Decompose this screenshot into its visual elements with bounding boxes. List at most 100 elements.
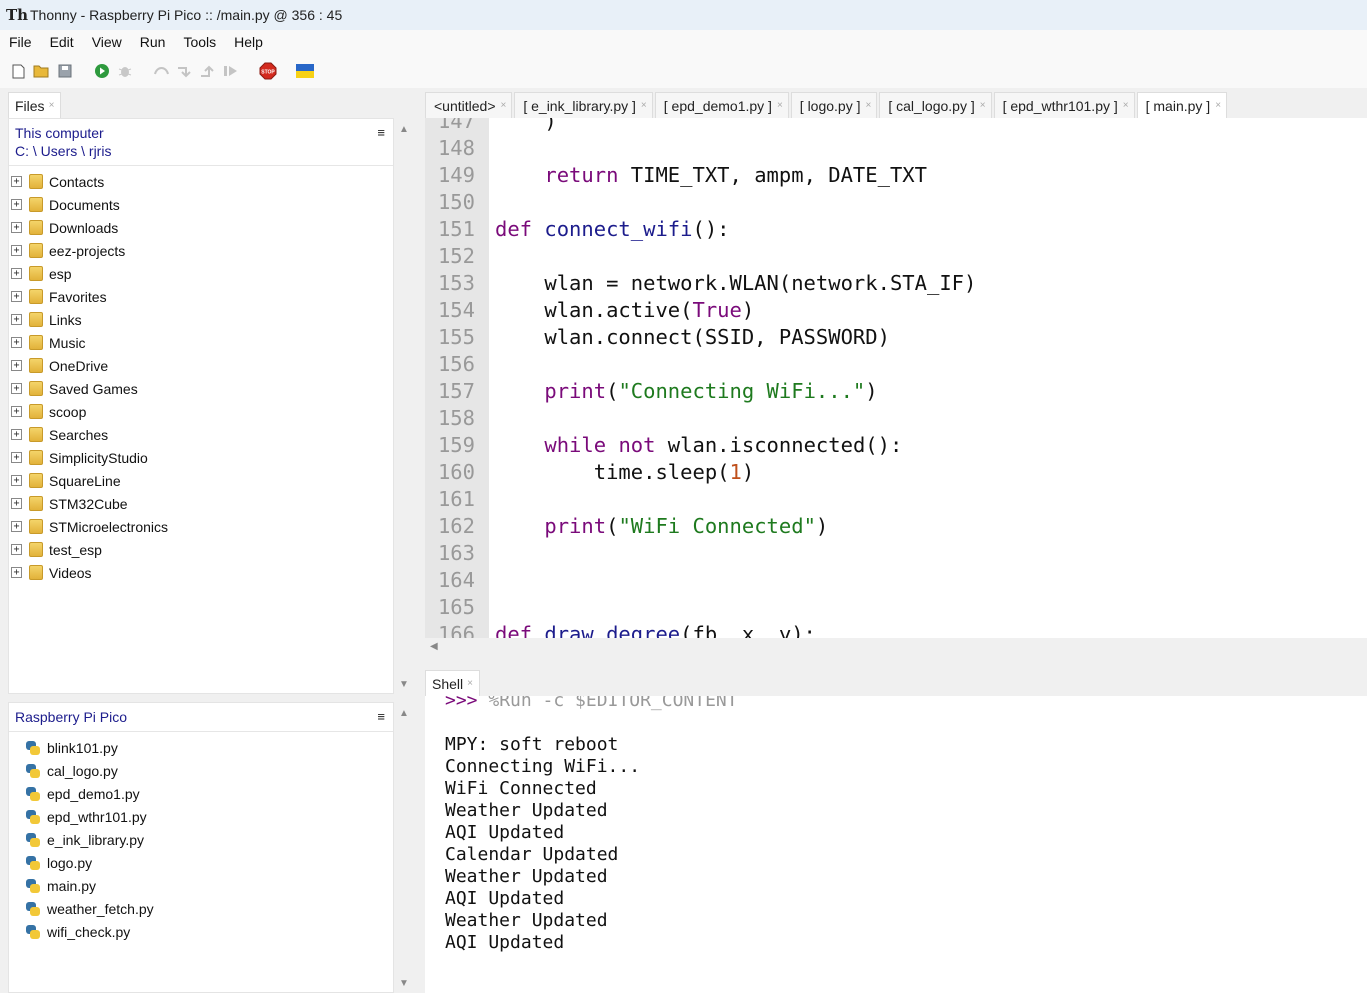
- editor-tab[interactable]: [ main.py ] ×: [1136, 92, 1228, 118]
- menu-icon[interactable]: ≡: [377, 709, 385, 724]
- expand-icon[interactable]: +: [11, 383, 22, 394]
- scroll-down-icon[interactable]: ▼: [399, 679, 409, 690]
- folder-row[interactable]: + Contacts: [9, 170, 393, 193]
- expand-icon[interactable]: +: [11, 314, 22, 325]
- file-row[interactable]: main.py: [9, 874, 393, 897]
- menu-file[interactable]: File: [0, 34, 41, 50]
- folder-row[interactable]: + Music: [9, 331, 393, 354]
- expand-icon[interactable]: +: [11, 429, 22, 440]
- editor-tab[interactable]: [ logo.py ] ×: [790, 92, 878, 118]
- expand-icon[interactable]: +: [11, 567, 22, 578]
- file-row[interactable]: epd_wthr101.py: [9, 805, 393, 828]
- expand-icon[interactable]: +: [11, 498, 22, 509]
- run-icon[interactable]: [92, 62, 111, 81]
- folder-row[interactable]: + Links: [9, 308, 393, 331]
- menu-view[interactable]: View: [83, 34, 131, 50]
- close-icon[interactable]: ×: [980, 100, 986, 111]
- expand-icon[interactable]: +: [11, 337, 22, 348]
- scroll-left-icon[interactable]: ◀: [430, 641, 438, 652]
- menu-run[interactable]: Run: [131, 34, 175, 50]
- tab-files[interactable]: Files ×: [8, 92, 62, 118]
- computer-scrollbar[interactable]: ▲ ▼: [396, 118, 412, 694]
- menu-icon[interactable]: ≡: [377, 125, 385, 140]
- folder-row[interactable]: + STM32Cube: [9, 492, 393, 515]
- line-number: 154: [437, 298, 475, 322]
- folder-row[interactable]: + Favorites: [9, 285, 393, 308]
- scroll-down-icon[interactable]: ▼: [399, 978, 409, 989]
- expand-icon[interactable]: +: [11, 268, 22, 279]
- expand-icon[interactable]: +: [11, 222, 22, 233]
- file-row[interactable]: logo.py: [9, 851, 393, 874]
- close-icon[interactable]: ×: [49, 100, 55, 111]
- save-icon[interactable]: [55, 62, 74, 81]
- file-row[interactable]: weather_fetch.py: [9, 897, 393, 920]
- breadcrumb-user[interactable]: rjris: [89, 143, 112, 159]
- close-icon[interactable]: ×: [641, 100, 647, 111]
- folder-row[interactable]: + Videos: [9, 561, 393, 584]
- scroll-up-icon[interactable]: ▲: [399, 708, 409, 719]
- editor-tab[interactable]: [ epd_wthr101.py ] ×: [993, 92, 1135, 118]
- expand-icon[interactable]: +: [11, 360, 22, 371]
- device-scrollbar[interactable]: ▲ ▼: [396, 702, 412, 993]
- menu-edit[interactable]: Edit: [41, 34, 83, 50]
- scroll-up-icon[interactable]: ▲: [399, 124, 409, 135]
- close-icon[interactable]: ×: [866, 100, 872, 111]
- menu-tools[interactable]: Tools: [174, 34, 225, 50]
- close-icon[interactable]: ×: [1123, 100, 1129, 111]
- close-icon[interactable]: ×: [777, 100, 783, 111]
- shell-command-line: >>> %Run -c $EDITOR_CONTENT: [425, 696, 1367, 712]
- file-name: main.py: [47, 877, 97, 894]
- expand-icon[interactable]: +: [11, 245, 22, 256]
- shell-console[interactable]: >>> %Run -c $EDITOR_CONTENT MPY: soft re…: [425, 696, 1367, 993]
- new-file-icon[interactable]: [9, 62, 28, 81]
- breadcrumb-drive[interactable]: C:: [15, 143, 29, 159]
- file-row[interactable]: e_ink_library.py: [9, 828, 393, 851]
- folder-row[interactable]: + SimplicityStudio: [9, 446, 393, 469]
- step-over-icon[interactable]: [152, 62, 171, 81]
- ukraine-flag-icon[interactable]: [295, 62, 314, 81]
- folder-row[interactable]: + test_esp: [9, 538, 393, 561]
- folder-row[interactable]: + Saved Games: [9, 377, 393, 400]
- folder-row[interactable]: + scoop: [9, 400, 393, 423]
- expand-icon[interactable]: +: [11, 406, 22, 417]
- editor-horizontal-scrollbar[interactable]: ◀: [425, 638, 1367, 658]
- editor-tab[interactable]: [ epd_demo1.py ] ×: [654, 92, 789, 118]
- file-row[interactable]: wifi_check.py: [9, 920, 393, 943]
- close-icon[interactable]: ×: [501, 100, 507, 111]
- expand-icon[interactable]: +: [11, 475, 22, 486]
- editor-tab[interactable]: [ cal_logo.py ] ×: [879, 92, 992, 118]
- resume-icon[interactable]: [221, 62, 240, 81]
- expand-icon[interactable]: +: [11, 452, 22, 463]
- code-line: 166 def draw_degree(fb, x, y):: [425, 621, 1367, 638]
- editor-tab[interactable]: [ e_ink_library.py ] ×: [514, 92, 653, 118]
- editor-tab[interactable]: <untitled> ×: [425, 92, 513, 118]
- expand-icon[interactable]: +: [11, 199, 22, 210]
- expand-icon[interactable]: +: [11, 544, 22, 555]
- step-into-icon[interactable]: [175, 62, 194, 81]
- stop-icon[interactable]: STOP: [258, 62, 277, 81]
- folder-row[interactable]: + STMicroelectronics: [9, 515, 393, 538]
- folder-row[interactable]: + Searches: [9, 423, 393, 446]
- folder-row[interactable]: + Documents: [9, 193, 393, 216]
- folder-row[interactable]: + eez-projects: [9, 239, 393, 262]
- file-row[interactable]: blink101.py: [9, 736, 393, 759]
- open-file-icon[interactable]: [32, 62, 51, 81]
- close-icon[interactable]: ×: [467, 678, 473, 689]
- folder-row[interactable]: + Downloads: [9, 216, 393, 239]
- debug-icon[interactable]: [115, 62, 134, 81]
- step-out-icon[interactable]: [198, 62, 217, 81]
- folder-row[interactable]: + OneDrive: [9, 354, 393, 377]
- file-row[interactable]: epd_demo1.py: [9, 782, 393, 805]
- file-row[interactable]: cal_logo.py: [9, 759, 393, 782]
- folder-row[interactable]: + esp: [9, 262, 393, 285]
- expand-icon[interactable]: +: [11, 176, 22, 187]
- tab-shell[interactable]: Shell ×: [425, 670, 480, 696]
- code-line: 162 print("WiFi Connected"): [425, 513, 1367, 540]
- expand-icon[interactable]: +: [11, 291, 22, 302]
- folder-row[interactable]: + SquareLine: [9, 469, 393, 492]
- menu-help[interactable]: Help: [225, 34, 272, 50]
- expand-icon[interactable]: +: [11, 521, 22, 532]
- code-editor[interactable]: 147 ) 148 149 return TIME_TXT, ampm, DATE_…: [425, 118, 1367, 638]
- close-icon[interactable]: ×: [1215, 100, 1221, 111]
- breadcrumb-users[interactable]: Users: [41, 143, 78, 159]
